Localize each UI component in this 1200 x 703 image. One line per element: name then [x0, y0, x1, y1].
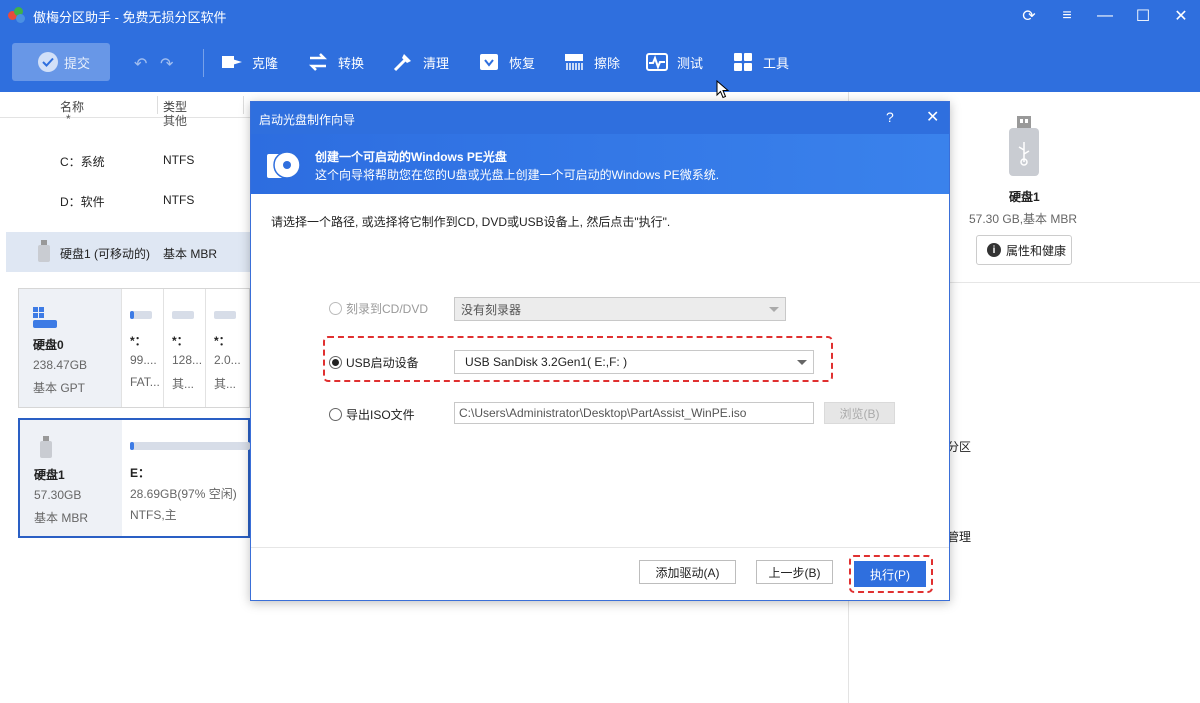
disk-info: 硬盘0 238.47GB 基本 GPT — [19, 289, 121, 407]
clean-icon — [393, 54, 411, 72]
disk-name: 硬盘1 (可移动的) — [60, 247, 151, 261]
toolbar-convert[interactable]: 转换 — [306, 47, 364, 77]
recover-icon — [480, 54, 498, 70]
disk-info: 硬盘1 57.30GB 基本 MBR — [20, 420, 122, 536]
info-icon: i — [987, 243, 1001, 257]
chevron-down-icon — [797, 360, 807, 365]
add-driver-button[interactable]: 添加驱动(A) — [639, 560, 736, 584]
toolbar-label: 测试 — [677, 55, 704, 71]
dialog-banner: 创建一个可启动的Windows PE光盘 这个向导将帮助您在您的U盘或光盘上创建… — [251, 134, 949, 194]
table-row[interactable]: * 其他 — [0, 106, 250, 132]
test-icon — [646, 53, 668, 71]
table-row[interactable]: D：软件 NTFS — [0, 180, 250, 220]
disk-type: 基本 MBR — [34, 511, 89, 525]
iso-radio[interactable] — [329, 408, 342, 421]
partition-name: D：软件 — [60, 195, 105, 209]
browse-button: 浏览(B) — [824, 402, 895, 424]
tools-icon — [734, 53, 752, 71]
partition-block[interactable]: *： 99.... FAT... — [121, 289, 163, 407]
iso-path-input[interactable]: C:\Users\Administrator\Desktop\PartAssis… — [454, 402, 814, 424]
option-usb[interactable]: USB启动设备 — [329, 354, 419, 371]
disk-size: 57.30GB — [34, 488, 82, 502]
usb-device-select[interactable]: USB SanDisk 3.2Gen1( E:,F: ) — [454, 350, 814, 374]
partition-type: NTFS — [163, 193, 195, 207]
toolbar-recover[interactable]: 恢复 — [477, 47, 535, 77]
partition-block-e[interactable]: E： 28.69GB(97% 空闲) NTFS,主 — [122, 420, 250, 536]
instruction-text: 请选择一个路径, 或选择将它制作到CD, DVD或USB设备上, 然后点击"执行… — [271, 215, 671, 229]
app-logo-icon — [8, 7, 26, 25]
disk-drive-icon — [33, 307, 57, 328]
redo-icon[interactable]: ↷ — [160, 54, 173, 74]
toolbar-label: 转换 — [338, 55, 365, 71]
wipe-icon — [565, 54, 583, 70]
partition-name: C：系统 — [60, 155, 105, 169]
disk-size: 238.47GB — [33, 358, 88, 372]
back-button[interactable]: 上一步(B) — [756, 560, 833, 584]
maximize-icon[interactable]: ☐ — [1124, 0, 1162, 32]
toolbar-label: 擦除 — [594, 55, 621, 71]
toolbar-label: 恢复 — [509, 55, 536, 71]
submit-button[interactable]: 提交 — [12, 43, 110, 81]
chevron-down-icon — [769, 307, 779, 312]
toolbar-clone[interactable]: 克隆 — [220, 47, 278, 77]
banner-description: 这个向导将帮助您在您的U盘或光盘上创建一个可启动的Windows PE微系统. — [315, 168, 720, 182]
disk-type: 基本 MBR — [163, 247, 218, 261]
minimize-icon[interactable]: — — [1086, 0, 1124, 32]
panel-item-partition[interactable]: 分区 — [947, 438, 971, 455]
table-row-disk1[interactable]: 硬盘1 (可移动的) 基本 MBR — [6, 232, 250, 272]
usb-drive-icon — [1009, 116, 1039, 176]
disk-card-1[interactable]: 硬盘1 57.30GB 基本 MBR E： 28.69GB(97% 空闲) NT… — [18, 418, 250, 538]
mouse-cursor-icon — [716, 80, 730, 99]
dialog-title-bar: 启动光盘制作向导 ? ✕ — [251, 102, 949, 134]
properties-health-button[interactable]: i 属性和健康 — [976, 235, 1072, 265]
panel-item-manage[interactable]: 管理 — [947, 528, 971, 545]
disk-name: 硬盘1 — [34, 468, 65, 482]
close-icon[interactable]: ✕ — [1162, 0, 1200, 32]
toolbar-divider — [203, 49, 204, 77]
disk-type: 基本 GPT — [33, 381, 86, 395]
banner-title: 创建一个可启动的Windows PE光盘 — [315, 150, 507, 164]
table-row[interactable]: C：系统 NTFS — [0, 140, 250, 180]
disk-card-0[interactable]: 硬盘0 238.47GB 基本 GPT *： 99.... FAT... *： … — [18, 288, 250, 408]
toolbar-wipe[interactable]: 擦除 — [562, 47, 620, 77]
title-bar: 傲梅分区助手 - 免费无损分区软件 ⟳ ≡ — ☐ ✕ — [0, 0, 1200, 32]
disk-summary: 57.30 GB,基本 MBR — [969, 212, 1078, 226]
app-title: 傲梅分区助手 - 免费无损分区软件 — [33, 9, 227, 25]
usb-radio[interactable] — [329, 356, 342, 369]
help-icon[interactable]: ? — [886, 109, 894, 125]
option-cd-dvd: 刻录到CD/DVD — [329, 300, 428, 317]
boot-disk-wizard-dialog: 启动光盘制作向导 ? ✕ 创建一个可启动的Windows PE光盘 这个向导将帮… — [250, 101, 950, 601]
dialog-footer-divider — [251, 547, 949, 548]
check-icon — [38, 52, 58, 72]
usb-drive-icon — [38, 240, 50, 262]
submit-label: 提交 — [64, 55, 91, 71]
cd-radio — [329, 302, 342, 315]
menu-icon[interactable]: ≡ — [1048, 0, 1086, 32]
toolbar: 提交 ↶ ↷ 克隆 转换 清理 恢复 擦除 测试 工具 — [0, 32, 1200, 92]
clone-icon — [222, 56, 242, 68]
toolbar-test[interactable]: 测试 — [645, 47, 703, 77]
disk-name: 硬盘0 — [33, 338, 64, 352]
undo-icon[interactable]: ↶ — [134, 54, 147, 74]
partition-usage-bar — [130, 442, 250, 450]
partition-block[interactable]: *： 2.0... 其... — [205, 289, 249, 407]
disc-icon — [267, 151, 301, 179]
refresh-icon[interactable]: ⟳ — [1010, 0, 1048, 32]
partition-type: NTFS — [163, 153, 195, 167]
toolbar-label: 清理 — [423, 55, 450, 71]
toolbar-label: 克隆 — [252, 55, 279, 71]
cd-burner-select: 没有刻录器 — [454, 297, 786, 321]
disk-name: 硬盘1 — [1009, 190, 1040, 204]
partition-block[interactable]: *： 128... 其... — [163, 289, 205, 407]
dialog-close-icon[interactable]: ✕ — [926, 107, 939, 127]
dialog-title: 启动光盘制作向导 — [259, 113, 356, 127]
partition-usage-fill — [130, 442, 134, 450]
toolbar-clean[interactable]: 清理 — [391, 47, 449, 77]
usb-drive-icon — [40, 436, 52, 458]
option-iso[interactable]: 导出ISO文件 — [329, 406, 415, 423]
toolbar-tools[interactable]: 工具 — [731, 47, 789, 77]
execute-button[interactable]: 执行(P) — [854, 561, 926, 587]
toolbar-label: 工具 — [763, 55, 790, 71]
convert-icon — [308, 53, 328, 71]
